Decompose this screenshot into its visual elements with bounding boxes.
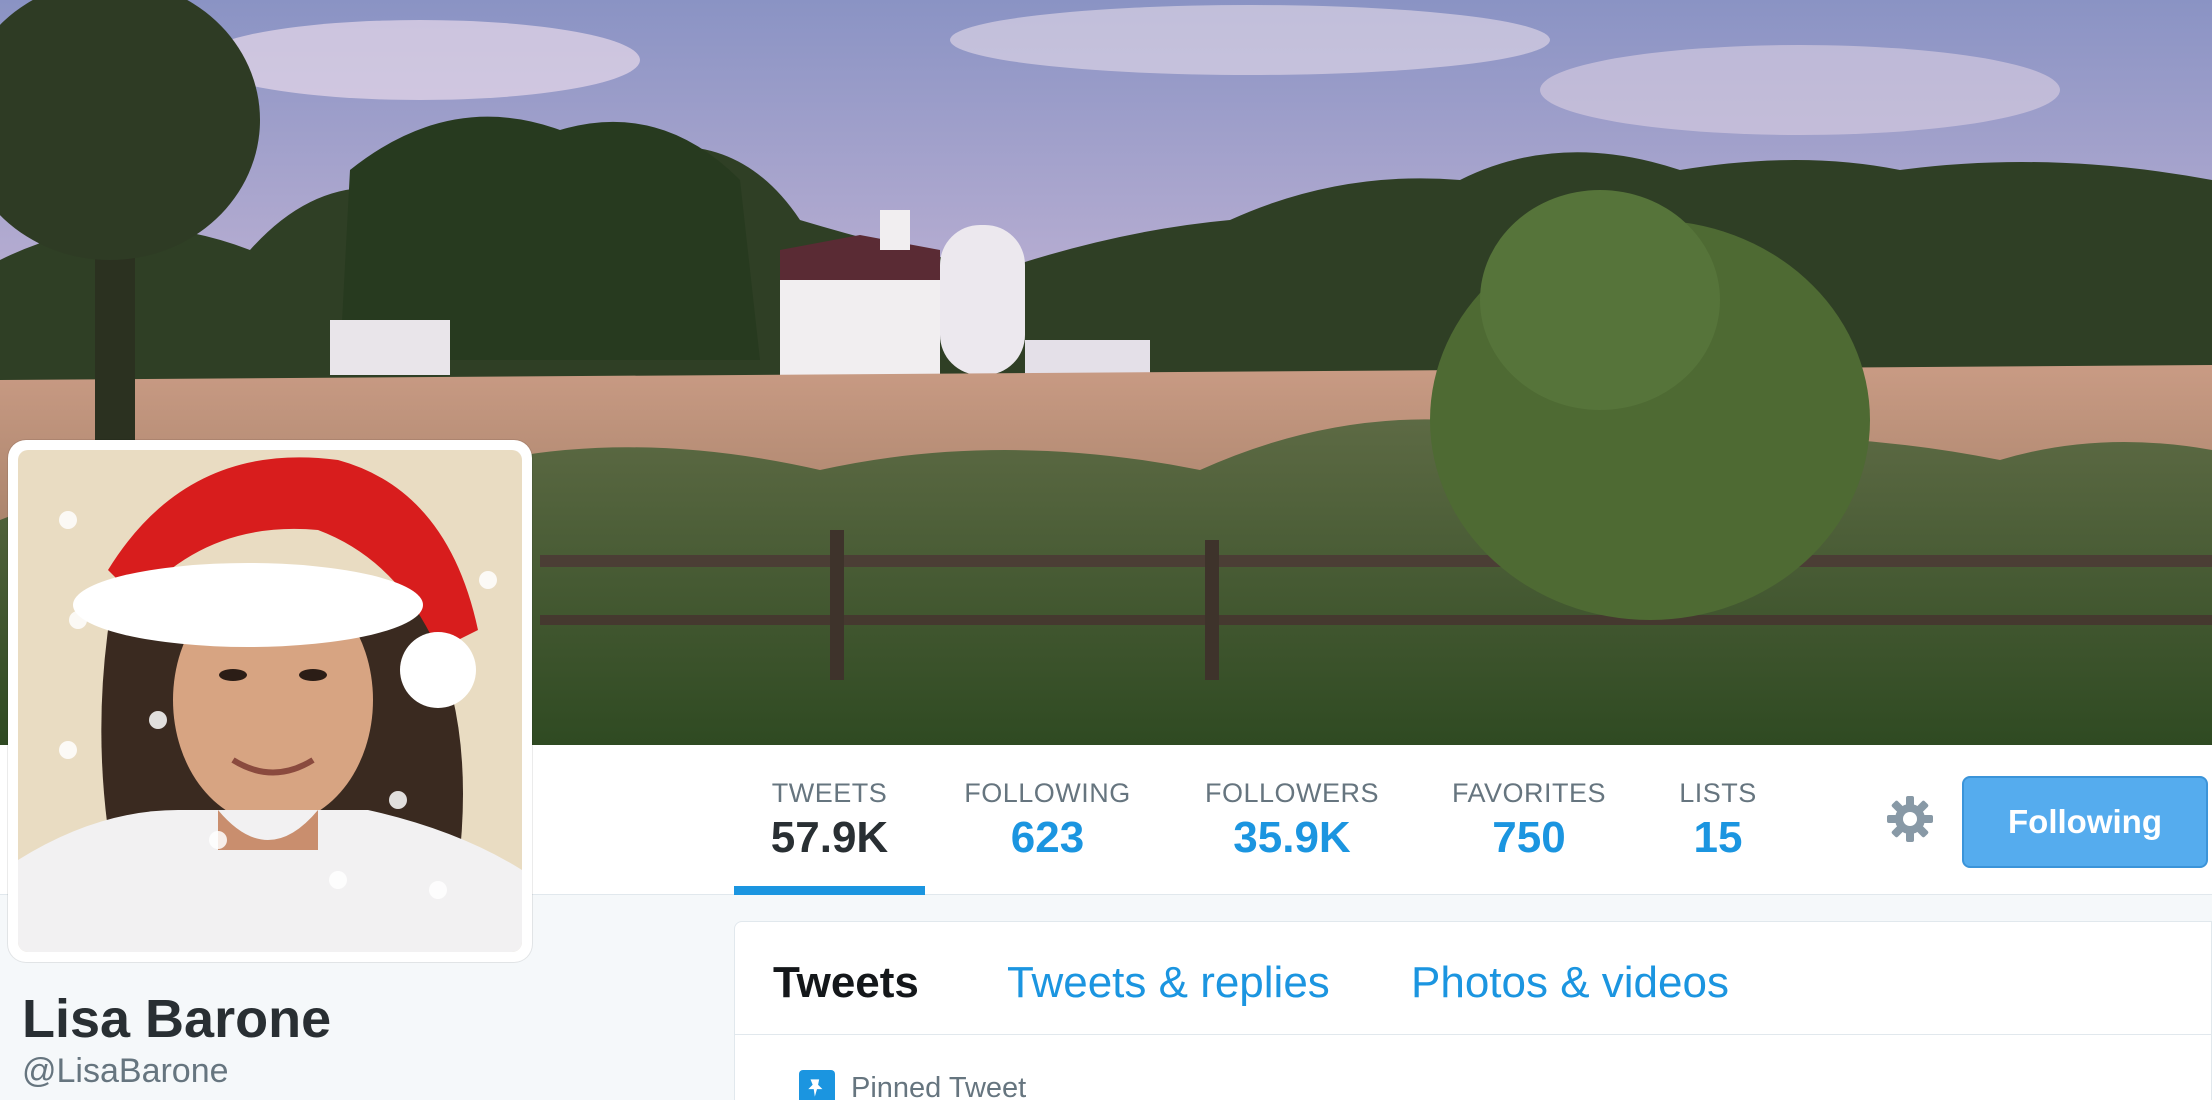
stat-following-value: 623 [1010,813,1085,862]
profile-handle[interactable]: @LisaBarone [22,1052,229,1091]
stat-following-label: FOLLOWING [964,778,1131,808]
avatar[interactable] [8,440,532,962]
active-tab-indicator [734,886,925,895]
stat-lists-value: 15 [1693,813,1743,862]
pin-icon [799,1070,835,1100]
stat-lists[interactable]: LISTS 15 [1668,745,1768,895]
avatar-photo [18,450,522,952]
stat-followers-label: FOLLOWERS [1204,778,1380,808]
following-button[interactable]: Following [1962,776,2208,868]
stat-followers[interactable]: FOLLOWERS 35.9K [1198,745,1386,895]
stat-followers-value: 35.9K [1233,813,1351,862]
stat-tweets-value: 57.9K [770,813,889,862]
profile-page: TWEETS 57.9K FOLLOWING 623 FOLLOWERS 35.… [0,0,2212,1100]
tab-tweets-and-replies[interactable]: Tweets & replies [1007,958,1330,1008]
stat-following[interactable]: FOLLOWING 623 [955,745,1140,895]
profile-name[interactable]: Lisa Barone [22,988,331,1050]
tab-tweets[interactable]: Tweets [773,958,919,1008]
pinned-tweet-context: Pinned Tweet [799,1070,1026,1100]
timeline-card: Tweets Tweets & replies Photos & videos … [734,921,2212,1100]
stat-favorites-value: 750 [1492,813,1566,862]
stat-favorites[interactable]: FAVORITES 750 [1446,745,1612,895]
pinned-tweet-label: Pinned Tweet [851,1071,1027,1100]
stat-favorites-label: FAVORITES [1451,778,1607,808]
stat-tweets[interactable]: TWEETS 57.9K [734,745,925,895]
timeline-tabs: Tweets Tweets & replies Photos & videos [735,922,2211,1035]
gear-icon[interactable] [1884,793,1936,845]
stat-lists-label: LISTS [1679,778,1757,808]
tab-photos-and-videos[interactable]: Photos & videos [1411,958,1729,1008]
stat-tweets-label: TWEETS [771,778,888,808]
